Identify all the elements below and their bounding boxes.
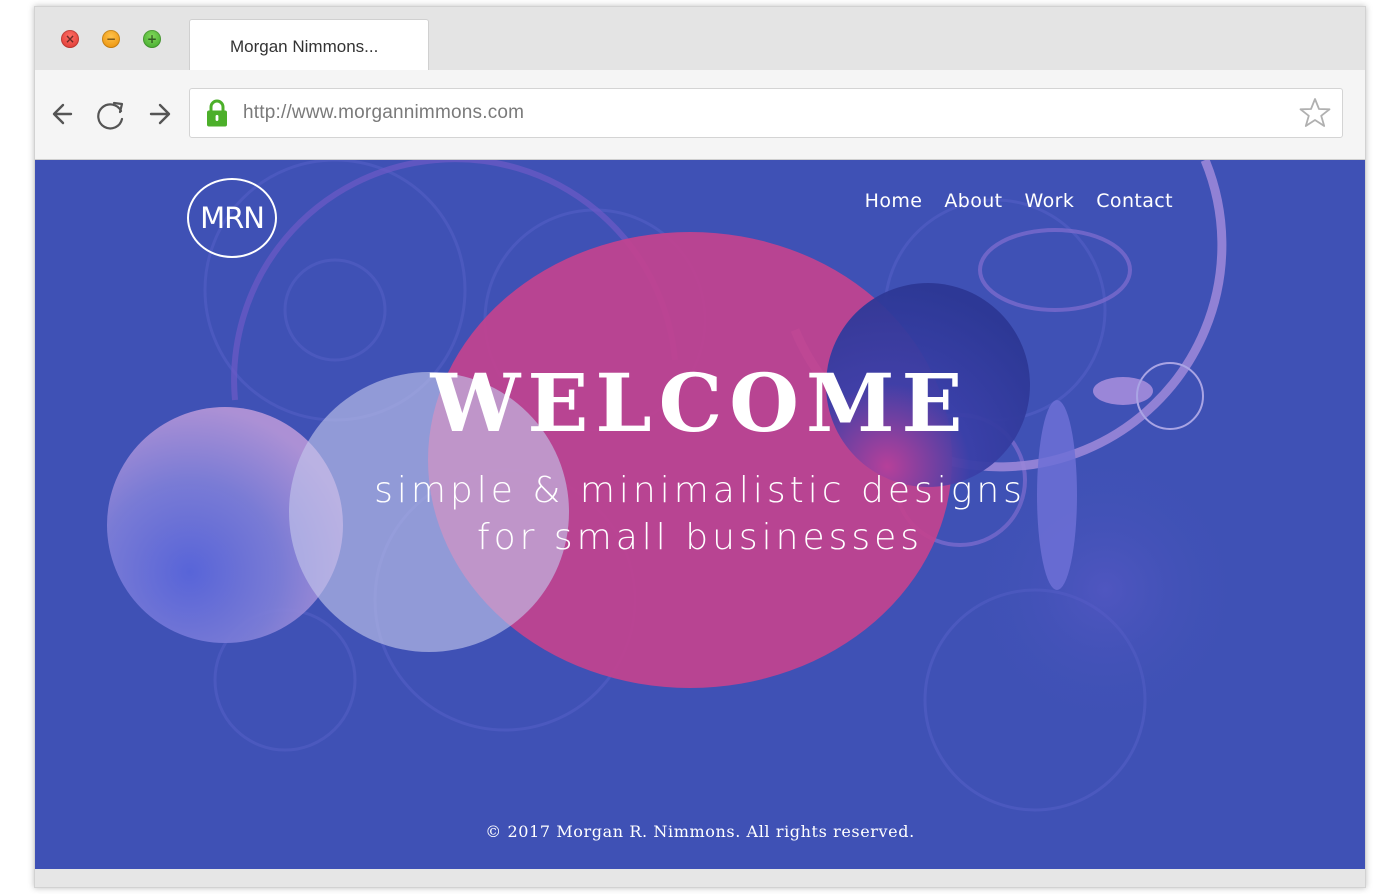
- browser-tab[interactable]: Morgan Nimmons...: [189, 19, 429, 72]
- maximize-window-button[interactable]: +: [143, 30, 161, 48]
- browser-window: × − + Morgan Nimmons... http://www.morga…: [34, 6, 1366, 888]
- tab-title: Morgan Nimmons...: [230, 37, 379, 56]
- tab-bar: × − + Morgan Nimmons...: [35, 7, 1365, 72]
- lock-icon: [207, 99, 227, 127]
- maximize-icon: +: [146, 32, 158, 46]
- nav-contact-link[interactable]: Contact: [1096, 190, 1173, 212]
- forward-arrow-icon: [149, 103, 171, 125]
- minimize-window-button[interactable]: −: [102, 30, 120, 48]
- close-icon: ×: [64, 32, 76, 46]
- minimize-icon: −: [105, 32, 117, 46]
- back-arrow-icon: [52, 103, 73, 125]
- hero-background-graphic: [107, 160, 1245, 812]
- nav-about-link[interactable]: About: [944, 190, 1002, 212]
- reload-button[interactable]: [93, 97, 127, 131]
- hero-tagline-line1: simple & minimalistic designs: [374, 470, 1026, 511]
- site-nav: Home About Work Contact: [865, 190, 1173, 212]
- nav-home-link[interactable]: Home: [865, 190, 923, 212]
- webpage-viewport: MRN Home About Work Contact WELCOME simp…: [35, 160, 1365, 869]
- forward-button[interactable]: [143, 97, 177, 131]
- close-window-button[interactable]: ×: [61, 30, 79, 48]
- hero-title: WELCOME: [430, 356, 970, 450]
- hero-tagline-line2: for small businesses: [476, 517, 924, 558]
- site-logo[interactable]: MRN: [187, 178, 277, 258]
- browser-toolbar: http://www.morgannimmons.com: [35, 70, 1365, 160]
- reload-icon: [97, 101, 124, 130]
- logo-text: MRN: [200, 201, 265, 235]
- back-button[interactable]: [47, 97, 81, 131]
- star-icon[interactable]: [1298, 96, 1332, 130]
- url-text: http://www.morgannimmons.com: [243, 102, 525, 123]
- address-bar[interactable]: http://www.morgannimmons.com: [189, 88, 1343, 138]
- browser-status-bar: [35, 869, 1365, 887]
- site-footer: © 2017 Morgan R. Nimmons. All rights res…: [485, 822, 915, 841]
- nav-work-link[interactable]: Work: [1025, 190, 1075, 212]
